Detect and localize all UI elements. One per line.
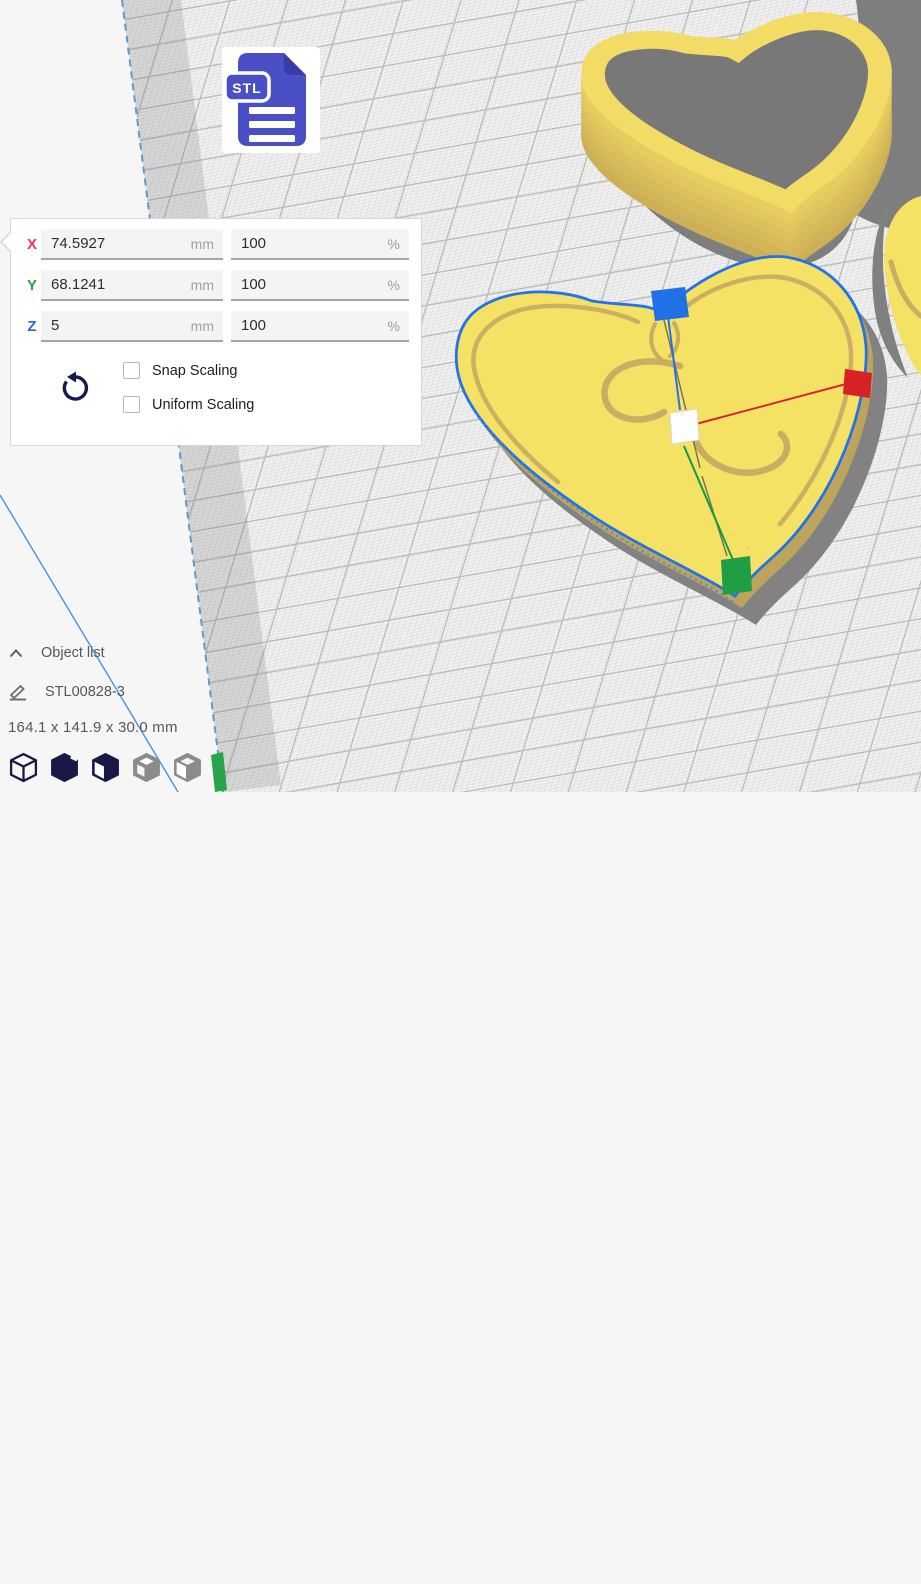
scale-x-mm-value[interactable]: 74.5927 [51,235,105,252]
snap-scaling-option[interactable]: Snap Scaling [123,362,254,379]
object-item-name: STL00828-3 [45,684,125,700]
stl-file-thumbnail: STL [222,47,320,153]
scale-z-mm-field[interactable]: 5 mm [41,311,223,342]
axis-label-z: Z [23,318,41,335]
scale-y-percent-value[interactable]: 100 [241,276,266,293]
scale-z-mm-unit: mm [191,318,214,334]
scale-z-percent-unit: % [388,318,400,334]
snap-scaling-checkbox[interactable] [123,362,140,379]
axis-label-y: Y [23,277,41,294]
scale-y-mm-value[interactable]: 68.1241 [51,276,105,293]
uniform-scaling-checkbox[interactable] [123,396,140,413]
scale-row-x: X 74.5927 mm 100 % [23,229,421,260]
scale-x-percent-unit: % [388,236,400,252]
scale-y-mm-unit: mm [191,277,214,293]
scale-z-mm-value[interactable]: 5 [51,317,59,334]
uniform-scaling-option[interactable]: Uniform Scaling [123,396,254,413]
scale-handle-center[interactable] [670,409,699,444]
solid-cube-icon[interactable] [49,752,80,783]
scale-tool-panel: X 74.5927 mm 100 % Y 68.1241 mm 100 % Z … [10,218,422,446]
scale-x-mm-unit: mm [191,236,214,252]
scale-x-percent-field[interactable]: 100 % [231,229,409,260]
scale-y-mm-field[interactable]: 68.1241 mm [41,270,223,301]
scale-z-percent-value[interactable]: 100 [241,317,266,334]
open-face-cube-icon[interactable] [90,752,121,783]
scale-row-y: Y 68.1241 mm 100 % [23,270,421,301]
wireframe-cube-icon[interactable] [8,752,39,783]
scale-row-z: Z 5 mm 100 % [23,311,421,342]
gray-open-cube-icon[interactable] [172,752,203,783]
object-list-header[interactable]: Object list [8,645,288,661]
object-list-item[interactable]: STL00828-3 [8,683,288,701]
snap-scaling-label: Snap Scaling [152,363,237,379]
reset-scale-button[interactable] [59,371,91,405]
scale-handle-z[interactable] [651,287,689,321]
cookie-cutter-model[interactable] [593,0,921,268]
panel-caret [0,231,11,253]
object-list-title: Object list [41,645,105,661]
object-list-panel: Object list STL00828-3 164.1 x 141.9 x 3… [8,645,288,783]
reset-icon [60,371,90,405]
scale-handle-y[interactable] [721,556,752,595]
scale-x-mm-field[interactable]: 74.5927 mm [41,229,223,260]
stl-badge-label: STL [232,80,261,96]
object-dimensions: 164.1 x 141.9 x 30.0 mm [8,719,288,736]
scale-z-percent-field[interactable]: 100 % [231,311,409,342]
view-mode-buttons [8,752,288,783]
scale-y-percent-field[interactable]: 100 % [231,270,409,301]
uniform-scaling-label: Uniform Scaling [152,397,254,413]
scale-handle-x[interactable] [843,369,872,398]
chevron-up-icon[interactable] [8,647,24,659]
gray-cube-icon[interactable] [131,752,162,783]
scale-y-percent-unit: % [388,277,400,293]
axis-label-x: X [23,236,41,253]
pencil-icon [8,683,28,701]
scale-x-percent-value[interactable]: 100 [241,235,266,252]
